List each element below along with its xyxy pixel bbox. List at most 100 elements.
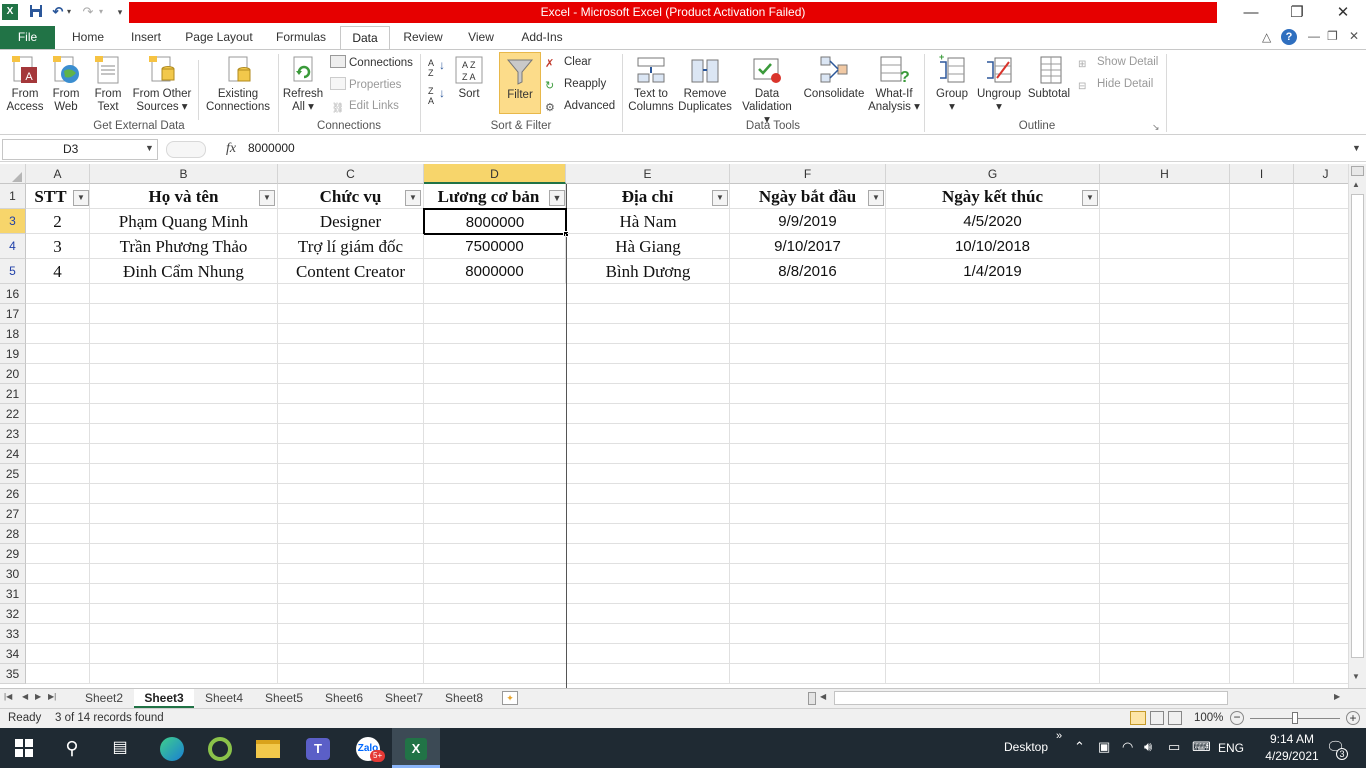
name-box[interactable]: D3	[2, 139, 158, 160]
cell-i4[interactable]	[1230, 234, 1294, 259]
cell-i1[interactable]	[1230, 184, 1294, 209]
excel-taskbar-icon[interactable]: X	[392, 728, 440, 768]
column-header-j[interactable]: J	[1294, 164, 1348, 184]
row-header-35[interactable]: 35	[0, 664, 26, 684]
sort-a-z-icon[interactable]: A Z ↓	[428, 58, 446, 80]
scroll-left-icon[interactable]: ◀	[820, 692, 826, 701]
table-cell[interactable]: Hà Nam	[567, 209, 730, 234]
advanced-filter-button[interactable]: ⚙ Advanced	[545, 99, 615, 114]
cell-j1[interactable]	[1294, 184, 1348, 209]
workbook-close-icon[interactable]: ✕	[1349, 29, 1359, 43]
zoom-level[interactable]: 100%	[1194, 712, 1223, 724]
table-cell[interactable]: Trợ lí giám đốc	[278, 234, 424, 259]
app-green-icon[interactable]	[196, 728, 244, 768]
hide-detail-button[interactable]: ⊟ Hide Detail	[1078, 77, 1153, 93]
page-layout-view-icon[interactable]	[1150, 711, 1164, 725]
undo-dropdown-icon[interactable]: ▾	[64, 4, 74, 20]
table-cell[interactable]: 8000000	[424, 259, 566, 284]
clear-filter-button[interactable]: ✗ Clear	[545, 55, 591, 70]
scroll-up-icon[interactable]: ▲	[1352, 180, 1360, 189]
cell-h5[interactable]	[1100, 259, 1230, 284]
tab-file[interactable]: File	[0, 26, 55, 49]
row-header-5[interactable]: 5	[0, 259, 26, 284]
meet-now-icon[interactable]: ▣	[1098, 739, 1110, 755]
zoom-in-icon[interactable]: +	[1346, 711, 1360, 725]
row-header-3[interactable]: 3	[0, 209, 26, 234]
wifi-icon[interactable]: ◠	[1122, 739, 1133, 755]
desktop-toolbar-chevron-icon[interactable]: »	[1056, 730, 1062, 742]
sheet-tab-sheet2[interactable]: Sheet2	[76, 689, 132, 708]
row-header-23[interactable]: 23	[0, 424, 26, 444]
teams-icon[interactable]: T	[294, 728, 342, 768]
clock-date[interactable]: 4/29/2021	[1256, 749, 1328, 763]
row-header-1[interactable]: 1	[0, 184, 26, 209]
filter-active-luong-co-ban-icon[interactable]: ▼	[549, 190, 565, 206]
split-box-icon[interactable]	[1351, 166, 1364, 176]
tab-page-layout[interactable]: Page Layout	[178, 26, 260, 49]
filter-dropdown-ngay-bat-dau-icon[interactable]: ▼	[868, 190, 884, 206]
vertical-scrollbar[interactable]: ▲ ▼	[1348, 164, 1366, 688]
restore-button[interactable]: ❐	[1274, 0, 1320, 26]
windows-start-icon[interactable]	[0, 728, 48, 768]
from-text-button[interactable]: From Text	[88, 54, 128, 114]
column-header-b[interactable]: B	[90, 164, 278, 184]
header-cell-ngay-bat-dau[interactable]: Ngày bắt đầu	[730, 184, 886, 209]
page-break-view-icon[interactable]	[1168, 711, 1182, 725]
tab-split-handle[interactable]	[808, 692, 816, 705]
cell-i3[interactable]	[1230, 209, 1294, 234]
column-header-g[interactable]: G	[886, 164, 1100, 184]
data-validation-button[interactable]: Data Validation ▾	[738, 54, 796, 127]
group-button[interactable]: + Group ▾	[930, 54, 974, 114]
sheet-tab-sheet5[interactable]: Sheet5	[256, 689, 312, 708]
close-button[interactable]: ✕	[1320, 0, 1366, 26]
minimize-ribbon-icon[interactable]: △	[1262, 30, 1271, 44]
cell-j4[interactable]	[1294, 234, 1348, 259]
task-view-icon[interactable]: ▤	[96, 728, 144, 768]
table-cell[interactable]: Trần Phương Thảo	[90, 234, 278, 259]
minimize-button[interactable]: —	[1228, 0, 1274, 26]
zalo-icon[interactable]: Zalo 5+	[344, 728, 392, 768]
cell-h3[interactable]	[1100, 209, 1230, 234]
ungroup-button[interactable]: Ungroup ▾	[974, 54, 1024, 114]
formula-input[interactable]: 8000000	[248, 139, 1348, 160]
filter-dropdown-ho-va-ten-icon[interactable]: ▼	[259, 190, 275, 206]
row-header-16[interactable]: 16	[0, 284, 26, 304]
column-header-i[interactable]: I	[1230, 164, 1294, 184]
properties-button[interactable]: Properties	[330, 77, 401, 92]
text-to-columns-button[interactable]: Text to Columns	[626, 54, 676, 114]
save-icon[interactable]	[28, 4, 44, 20]
column-header-h[interactable]: H	[1100, 164, 1230, 184]
row-header-32[interactable]: 32	[0, 604, 26, 624]
filter-dropdown-dia-chi-icon[interactable]: ▼	[712, 190, 728, 206]
row-header-26[interactable]: 26	[0, 484, 26, 504]
filter-dropdown-stt-icon[interactable]: ▼	[73, 190, 89, 206]
customize-qat-icon[interactable]: ▾	[114, 4, 126, 20]
cell-h4[interactable]	[1100, 234, 1230, 259]
table-cell[interactable]: 2	[26, 209, 90, 234]
remove-duplicates-button[interactable]: Remove Duplicates	[677, 54, 733, 114]
insert-function-icon[interactable]: fx	[226, 141, 236, 157]
reapply-button[interactable]: ↻ Reapply	[545, 77, 606, 92]
row-header-17[interactable]: 17	[0, 304, 26, 324]
table-cell[interactable]: 3	[26, 234, 90, 259]
sort-button[interactable]: A Z Z A Sort	[452, 54, 486, 101]
table-cell[interactable]: 1/4/2019	[886, 259, 1100, 284]
column-header-c[interactable]: C	[278, 164, 424, 184]
row-header-33[interactable]: 33	[0, 624, 26, 644]
workbook-minimize-icon[interactable]: —	[1308, 29, 1320, 43]
table-cell[interactable]: 10/10/2018	[886, 234, 1100, 259]
edit-links-button[interactable]: ⛓ Edit Links	[330, 99, 399, 115]
refresh-all-button[interactable]: Refresh All ▾	[282, 54, 324, 114]
table-cell[interactable]: 9/9/2019	[730, 209, 886, 234]
name-box-dropdown-icon[interactable]: ▼	[145, 143, 154, 153]
filter-button[interactable]: Filter	[499, 52, 541, 114]
table-cell[interactable]: Đinh Cẩm Nhung	[90, 259, 278, 284]
worksheet-grid[interactable]: A B C D E F G H I J 1 3 4 5 16 17 18 19 …	[0, 164, 1348, 688]
header-cell-ngay-ket-thuc[interactable]: Ngày kết thúc	[886, 184, 1100, 209]
row-header-18[interactable]: 18	[0, 324, 26, 344]
column-header-a[interactable]: A	[26, 164, 90, 184]
zoom-out-icon[interactable]: −	[1230, 711, 1244, 725]
sheet-tab-sheet6[interactable]: Sheet6	[316, 689, 372, 708]
row-header-25[interactable]: 25	[0, 464, 26, 484]
what-if-analysis-button[interactable]: ? What-If Analysis ▾	[866, 54, 922, 114]
